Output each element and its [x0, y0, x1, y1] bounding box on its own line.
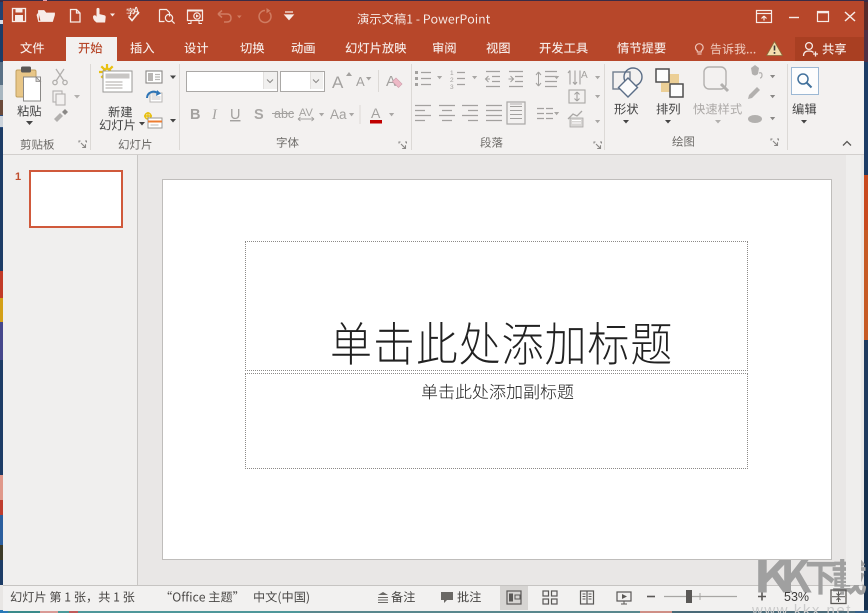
svg-text:I: I — [211, 107, 218, 123]
svg-text:Aa: Aa — [330, 107, 347, 122]
svg-text:A: A — [371, 105, 381, 121]
svg-text:A: A — [581, 70, 588, 81]
svg-text:3: 3 — [450, 84, 454, 91]
svg-text:B: B — [190, 107, 200, 123]
svg-text:2: 2 — [450, 77, 454, 84]
svg-text:S: S — [254, 107, 264, 123]
svg-text:A: A — [356, 74, 365, 89]
svg-text:A: A — [332, 73, 344, 92]
svg-text:1: 1 — [450, 70, 454, 77]
svg-text:U: U — [230, 107, 240, 123]
